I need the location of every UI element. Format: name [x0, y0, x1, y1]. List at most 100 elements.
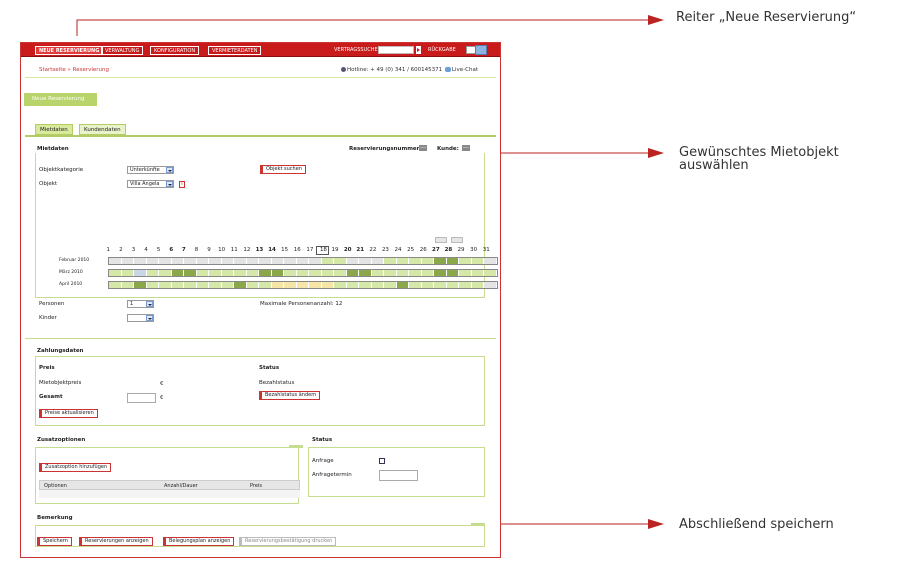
calendar-cell[interactable] [459, 282, 472, 288]
tab-kundendaten[interactable]: Kundendaten [79, 124, 126, 135]
calendar-cell[interactable] [434, 270, 447, 276]
calendar-cell[interactable] [109, 258, 122, 264]
chat-icon[interactable] [444, 67, 451, 72]
search-object-button[interactable]: Objekt suchen [260, 165, 306, 174]
calendar-cell[interactable] [409, 282, 422, 288]
calendar-cell[interactable] [471, 282, 485, 288]
calendar-cell[interactable] [159, 282, 172, 288]
calendar-cell[interactable] [484, 270, 497, 276]
calendar-cell[interactable] [121, 282, 135, 288]
calendar-cell[interactable] [146, 270, 160, 276]
breadcrumb[interactable]: Startseite » Reservierung [39, 67, 109, 73]
calendar-cell[interactable] [171, 258, 185, 264]
calendar-cell[interactable] [396, 270, 410, 276]
calendar-cell[interactable] [471, 270, 485, 276]
info-icon[interactable]: i [179, 181, 185, 188]
calendar-cell[interactable] [246, 282, 260, 288]
calendar-cell[interactable] [246, 270, 260, 276]
calendar-cell[interactable] [434, 258, 447, 264]
calendar-cell[interactable] [446, 282, 460, 288]
calendar-row-apr[interactable] [108, 281, 498, 289]
calendar-cell[interactable] [146, 282, 160, 288]
calendar-cell[interactable] [296, 258, 310, 264]
calendar-row-mar[interactable] [108, 269, 498, 277]
nav-vermieterdaten[interactable]: VERMIETERDATEN [208, 46, 262, 55]
change-payment-status-button[interactable]: Bezahlstatus ändern [259, 391, 321, 400]
calendar-cell[interactable] [209, 270, 222, 276]
update-prices-button[interactable]: Preise aktualisieren [39, 409, 98, 418]
nav-neue-reservierung[interactable]: NEUE RESERVIERUNG [35, 46, 104, 55]
show-reservations-button[interactable]: Reservierungen anzeigen [79, 537, 153, 546]
calendar-cell[interactable] [259, 270, 272, 276]
calendar-cell[interactable] [134, 258, 147, 264]
calendar-cell[interactable] [309, 270, 322, 276]
calendar-cell[interactable] [259, 258, 272, 264]
calendar-cell[interactable] [271, 282, 285, 288]
show-occupancy-plan-button[interactable]: Belegungsplan anzeigen [163, 537, 235, 546]
calendar-cell[interactable] [246, 258, 260, 264]
calendar-cell[interactable] [396, 282, 410, 288]
calendar-cell[interactable] [234, 270, 247, 276]
calendar-cell[interactable] [396, 258, 410, 264]
calendar-cell[interactable] [171, 282, 185, 288]
calendar-cell[interactable] [346, 282, 360, 288]
calendar-cell[interactable] [284, 258, 297, 264]
object-select[interactable]: Villa Angela [127, 180, 174, 188]
calendar-cell[interactable] [371, 282, 385, 288]
calendar-cell[interactable] [371, 270, 385, 276]
tab-mietdaten[interactable]: Mietdaten [35, 124, 73, 135]
calendar-cell[interactable] [409, 258, 422, 264]
calendar-cell[interactable] [471, 258, 485, 264]
calendar-cell[interactable] [109, 270, 122, 276]
calendar-cell[interactable] [446, 270, 460, 276]
calendar-cell[interactable] [421, 258, 435, 264]
calendar-down-arrow-icon[interactable] [451, 237, 463, 243]
calendar-cell[interactable] [296, 282, 310, 288]
calendar-cell[interactable] [209, 258, 222, 264]
calendar-cell[interactable] [259, 282, 272, 288]
calendar-cell[interactable] [221, 258, 235, 264]
calendar-cell[interactable] [459, 270, 472, 276]
calendar-cell[interactable] [221, 282, 235, 288]
calendar-cell[interactable] [359, 282, 372, 288]
calendar-cell[interactable] [284, 282, 297, 288]
calendar-cell[interactable] [309, 282, 322, 288]
add-extra-option-button[interactable]: Zusatzoption hinzufügen [39, 463, 112, 472]
new-reservation-button[interactable]: Neue Reservierung [24, 93, 97, 106]
calendar-cell[interactable] [284, 270, 297, 276]
calendar-cell[interactable] [484, 282, 497, 288]
calendar-cell[interactable] [296, 270, 310, 276]
calendar-cell[interactable] [421, 282, 435, 288]
calendar-cell[interactable] [359, 258, 372, 264]
calendar-cell[interactable] [234, 258, 247, 264]
print-confirmation-button[interactable]: Reservierungsbestätigung drucken [239, 537, 337, 546]
calendar-cell[interactable] [271, 270, 285, 276]
calendar-cell[interactable] [159, 258, 172, 264]
calendar-cell[interactable] [321, 258, 335, 264]
calendar-cell[interactable] [121, 270, 135, 276]
calendar-cell[interactable] [171, 270, 185, 276]
calendar-cell[interactable] [334, 270, 347, 276]
calendar-cell[interactable] [184, 282, 197, 288]
calendar-cell[interactable] [371, 258, 385, 264]
extras-collapse-handle[interactable] [289, 445, 303, 448]
search-go-icon[interactable] [416, 46, 421, 54]
calendar-cell[interactable] [109, 282, 122, 288]
calendar-cell[interactable] [184, 270, 197, 276]
calendar-cell[interactable] [334, 258, 347, 264]
nav-konfiguration[interactable]: KONFIGURATION [150, 46, 200, 55]
calendar-cell[interactable] [146, 258, 160, 264]
request-date-input[interactable] [379, 470, 418, 481]
calendar-cell[interactable] [321, 282, 335, 288]
live-chat-link[interactable]: Live-Chat [452, 67, 478, 73]
calendar-cell[interactable] [309, 258, 322, 264]
calendar-cell[interactable] [484, 258, 497, 264]
calendar-cell[interactable] [346, 270, 360, 276]
calendar-cell[interactable] [421, 270, 435, 276]
calendar-cell[interactable] [409, 270, 422, 276]
calendar-cell[interactable] [446, 258, 460, 264]
calendar-cell[interactable] [221, 270, 235, 276]
calendar-cell[interactable] [346, 258, 360, 264]
category-select[interactable]: Unterkünfte [127, 166, 174, 174]
calendar-cell[interactable] [121, 258, 135, 264]
